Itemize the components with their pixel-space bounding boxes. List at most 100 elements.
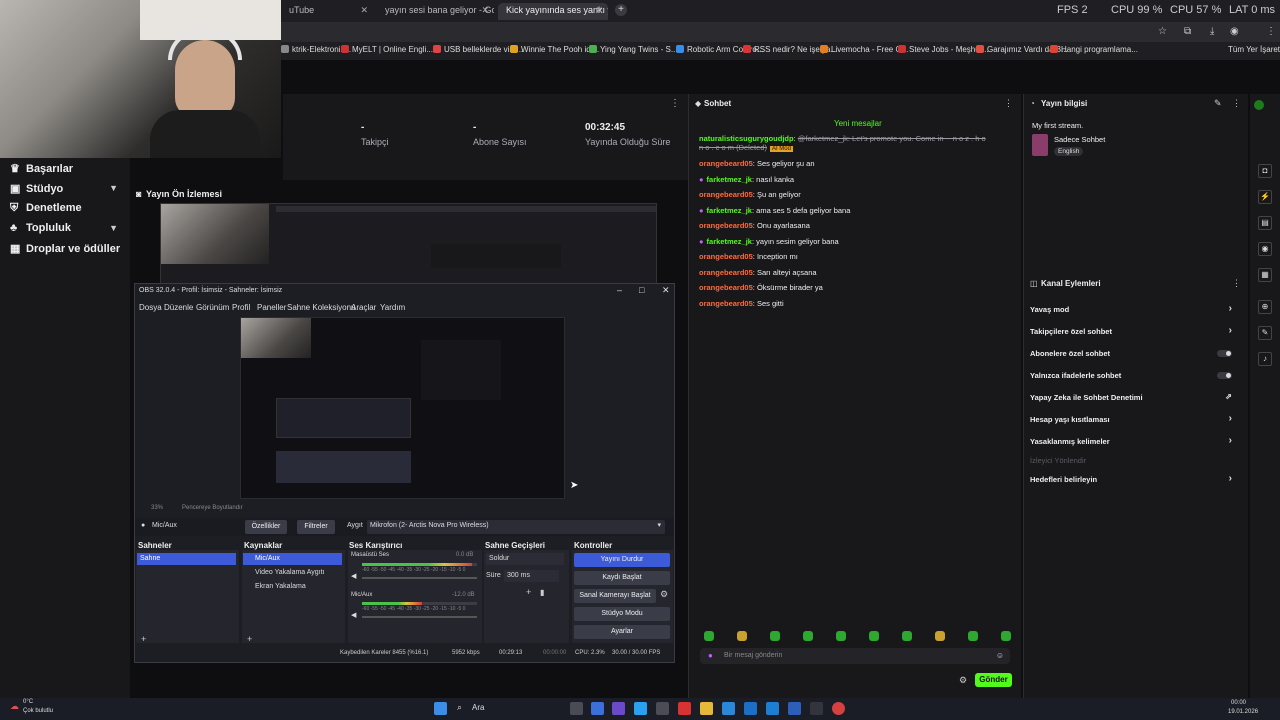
chat-username[interactable]: naturalisticsugurygoudjdp [699, 134, 794, 143]
properties-button[interactable]: Özellikler [245, 520, 287, 534]
start-record-button[interactable]: Kaydı Başlat [574, 571, 670, 585]
task-view-icon[interactable] [570, 702, 583, 715]
menu-view[interactable]: Görünüm [196, 303, 229, 312]
channel-action-item[interactable]: Yavaş mod › [1030, 303, 1240, 314]
app-icon[interactable] [612, 702, 625, 715]
menu-file[interactable]: Dosya [139, 303, 162, 312]
chat-username[interactable]: orangebeard05 [699, 299, 753, 308]
browser-tab-active[interactable]: Kick yayınında ses yankı yapıyo✕ [498, 3, 608, 20]
emote-icon[interactable] [836, 631, 846, 641]
nav-item-studio[interactable]: ▣ Stüdyo [10, 182, 63, 195]
chevron-down-icon[interactable]: ▼ [109, 183, 118, 193]
source-item[interactable]: Mic/Aux [243, 553, 342, 565]
filters-button[interactable]: Filtreler [297, 520, 335, 534]
emote-icon[interactable] [803, 631, 813, 641]
toggle-switch[interactable] [1217, 350, 1232, 357]
nav-item-moderation[interactable]: ⛨ Denetleme [10, 202, 82, 215]
volume-slider[interactable] [362, 616, 477, 618]
outlook-icon[interactable] [766, 702, 779, 715]
menu-docks[interactable]: Paneller [257, 303, 286, 312]
chat-username[interactable]: farketmez_jk [707, 206, 752, 215]
nav-item-drops[interactable]: ▦ Droplar ve ödüller [10, 242, 120, 255]
app-icon[interactable] [591, 702, 604, 715]
speaker-icon[interactable]: ◀ [351, 611, 356, 619]
volume-slider[interactable] [362, 577, 477, 579]
chat-username[interactable]: farketmez_jk [707, 237, 752, 246]
channel-action-item[interactable]: Takipçilere özel sohbet › [1030, 325, 1240, 336]
app-icon[interactable] [788, 702, 801, 715]
profile-icon[interactable]: ◉ [1230, 26, 1239, 37]
obs-canvas[interactable] [240, 317, 565, 499]
close-icon[interactable]: ✕ [481, 5, 489, 16]
duration-input[interactable]: 300 ms [504, 570, 559, 582]
menu-profile[interactable]: Profil [232, 303, 250, 312]
emote-icon[interactable] [704, 631, 714, 641]
category-name[interactable]: Sadece Sohbet [1054, 135, 1105, 144]
app-icon[interactable] [656, 702, 669, 715]
more-icon[interactable]: ⋮ [1232, 98, 1241, 109]
panel-icon[interactable]: ⊕ [1258, 300, 1272, 314]
menu-help[interactable]: Yardım [380, 303, 405, 312]
panel-icon[interactable]: ✎ [1258, 326, 1272, 340]
studio-mode-button[interactable]: Stüdyo Modu [574, 607, 670, 621]
chat-username[interactable]: orangebeard05 [699, 283, 753, 292]
emote-icon[interactable] [869, 631, 879, 641]
search-icon[interactable]: ⌕ [457, 702, 462, 713]
chat-username[interactable]: farketmez_jk [707, 175, 752, 184]
windows-start-icon[interactable] [434, 702, 447, 715]
nav-item-achievements[interactable]: ♛ Başarılar [10, 162, 73, 175]
nav-item-community[interactable]: ♣ Topluluk [10, 222, 71, 234]
app-icon[interactable] [722, 702, 735, 715]
scene-item[interactable]: Sahne [137, 553, 236, 565]
speaker-icon[interactable]: ◀ [351, 572, 356, 580]
transition-select[interactable]: Soldur [486, 553, 564, 565]
edit-icon[interactable]: ✎ [1214, 98, 1222, 109]
panel-icon[interactable]: ♪ [1258, 352, 1272, 366]
folder-icon[interactable] [700, 702, 713, 715]
app-icon[interactable] [678, 702, 691, 715]
gear-icon[interactable]: ⚙ [959, 675, 967, 686]
star-icon[interactable]: ☆ [1158, 26, 1167, 37]
extensions-icon[interactable]: ⧉ [1184, 26, 1191, 37]
settings-button[interactable]: Ayarlar [574, 625, 670, 639]
chat-username[interactable]: orangebeard05 [699, 252, 753, 261]
taskbar-search[interactable]: Ara [472, 703, 484, 712]
gear-icon[interactable]: ⚙ [660, 589, 668, 600]
chrome-icon[interactable] [832, 702, 845, 715]
emote-icon[interactable] [935, 631, 945, 641]
panel-icon[interactable]: ▦ [1258, 268, 1272, 282]
toggle-switch[interactable] [1217, 372, 1232, 379]
bookmark-item[interactable]: Ying Yang Twins - S... [589, 45, 678, 54]
close-icon[interactable]: ✕ [360, 5, 368, 16]
panel-icon[interactable]: ▤ [1258, 216, 1272, 230]
emote-icon[interactable] [770, 631, 780, 641]
send-button[interactable]: Gönder [975, 673, 1012, 687]
source-item[interactable]: Ekran Yakalama [243, 581, 342, 593]
emoji-icon[interactable]: ☺ [996, 651, 1004, 660]
bookmark-item[interactable]: Steve Jobs - Meşhur... [898, 45, 989, 54]
stop-stream-button[interactable]: Yayını Durdur [574, 553, 670, 567]
bookmark-item[interactable]: MyELT | Online Engli... [341, 45, 433, 54]
channel-action-item[interactable]: Hedefleri belirleyin › [1030, 473, 1240, 484]
new-tab-icon[interactable]: + [615, 4, 627, 16]
close-icon[interactable]: ✕ [595, 5, 603, 16]
channel-action-item[interactable]: Hesap yaşı kısıtlaması › [1030, 413, 1240, 424]
add-icon[interactable]: + [247, 634, 252, 644]
panel-icon[interactable]: ⚡ [1258, 190, 1272, 204]
minimize-icon[interactable]: – [617, 285, 622, 295]
channel-action-item[interactable]: Yasaklanmış kelimeler › [1030, 435, 1240, 446]
menu-tools[interactable]: Araçlar [351, 303, 376, 312]
emote-icon[interactable] [968, 631, 978, 641]
browser-tab[interactable]: uTube ✕ [281, 3, 373, 20]
bookmark-item[interactable]: Hangi programlama... [1050, 45, 1138, 54]
channel-action-item[interactable]: Abonelere özel sohbet [1030, 349, 1240, 358]
menu-scene-collection[interactable]: Sahne Koleksiyonu [287, 303, 356, 312]
panel-icon[interactable]: ◉ [1258, 242, 1272, 256]
chat-username[interactable]: orangebeard05 [699, 159, 753, 168]
obs-icon[interactable] [810, 702, 823, 715]
add-icon[interactable]: + [526, 587, 531, 597]
mail-icon[interactable] [744, 702, 757, 715]
bookmark-item[interactable]: Winnie The Pooh idi... [510, 45, 599, 54]
menu-icon[interactable]: ⋮ [1266, 26, 1276, 37]
more-icon[interactable]: ⋮ [1004, 98, 1013, 109]
